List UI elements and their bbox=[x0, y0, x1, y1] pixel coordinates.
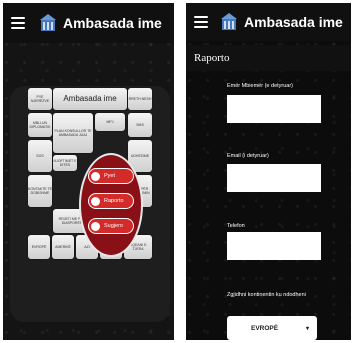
continent-label: Zgjidhni kontinentin ku ndodheni bbox=[227, 292, 306, 298]
continent-value: EVROPË bbox=[251, 324, 279, 332]
page-title: Raporto bbox=[186, 45, 351, 71]
check-icon bbox=[91, 221, 100, 231]
menu-tile-kontakt[interactable]: KONTAKTE TË DOBISHME bbox=[28, 175, 52, 207]
name-field-label: Emër Mbiemër (e detyruar) bbox=[227, 83, 294, 89]
embassy-logo-icon bbox=[40, 14, 56, 31]
report-screen: Ambasada ime Raporto Emër Mbiemër (e det… bbox=[186, 3, 351, 340]
warning-icon bbox=[91, 196, 100, 206]
menu-tile-rreth[interactable]: RRETH NESH bbox=[128, 88, 152, 110]
action-button-label: Raporto bbox=[104, 198, 124, 204]
menu-tile-pyetje[interactable]: PYE NJERËZVE bbox=[28, 88, 52, 110]
home-screen: Ambasada ime Ambasada ime PYE NJERËZVE RRE… bbox=[3, 3, 174, 340]
action-button-pyet[interactable]: Pyet bbox=[88, 168, 134, 184]
menu-tile-njoftime[interactable]: NJOFTIMET E DITËS bbox=[53, 155, 77, 171]
app-header: Ambasada ime bbox=[3, 3, 174, 43]
menu-tile-sos[interactable]: SOS bbox=[28, 140, 52, 172]
app-title: Ambasada ime bbox=[244, 14, 343, 30]
menu-tile-sms[interactable]: SMS bbox=[128, 113, 152, 137]
action-button-label: Pyet bbox=[104, 173, 116, 179]
email-field[interactable] bbox=[227, 164, 321, 192]
menu-tile-evrope[interactable]: EVROPË bbox=[28, 235, 50, 259]
phone-field[interactable] bbox=[227, 232, 321, 260]
menu-tile-amerike[interactable]: AMERIKË bbox=[52, 235, 74, 259]
menu-icon[interactable] bbox=[11, 17, 25, 29]
embassy-logo-icon bbox=[221, 13, 237, 30]
menu-tile-mpj[interactable]: MPJ bbox=[95, 113, 125, 131]
name-field[interactable] bbox=[227, 95, 321, 123]
action-button-label: Sugjero bbox=[104, 223, 123, 229]
menu-tile-plan[interactable]: PLAN KONSULLOR TE AMBASADA JUAJ bbox=[53, 113, 93, 153]
action-button-raporto[interactable]: Raporto bbox=[88, 193, 134, 209]
grid-header-tile: Ambasada ime bbox=[53, 88, 127, 110]
email-field-label: Email (i detyruar) bbox=[227, 153, 269, 159]
app-title: Ambasada ime bbox=[63, 15, 162, 31]
phone-field-label: Telefon bbox=[227, 223, 245, 229]
continent-select[interactable]: EVROPË ▾ bbox=[227, 316, 317, 340]
action-button-sugjero[interactable]: Sugjero bbox=[88, 218, 134, 234]
menu-tile-diaspora[interactable]: MBLLUN DIPLOMATIK bbox=[28, 113, 52, 137]
question-icon bbox=[91, 171, 100, 181]
chevron-down-icon: ▾ bbox=[305, 325, 309, 332]
menu-icon[interactable] bbox=[194, 16, 208, 28]
app-header: Ambasada ime bbox=[186, 3, 351, 41]
